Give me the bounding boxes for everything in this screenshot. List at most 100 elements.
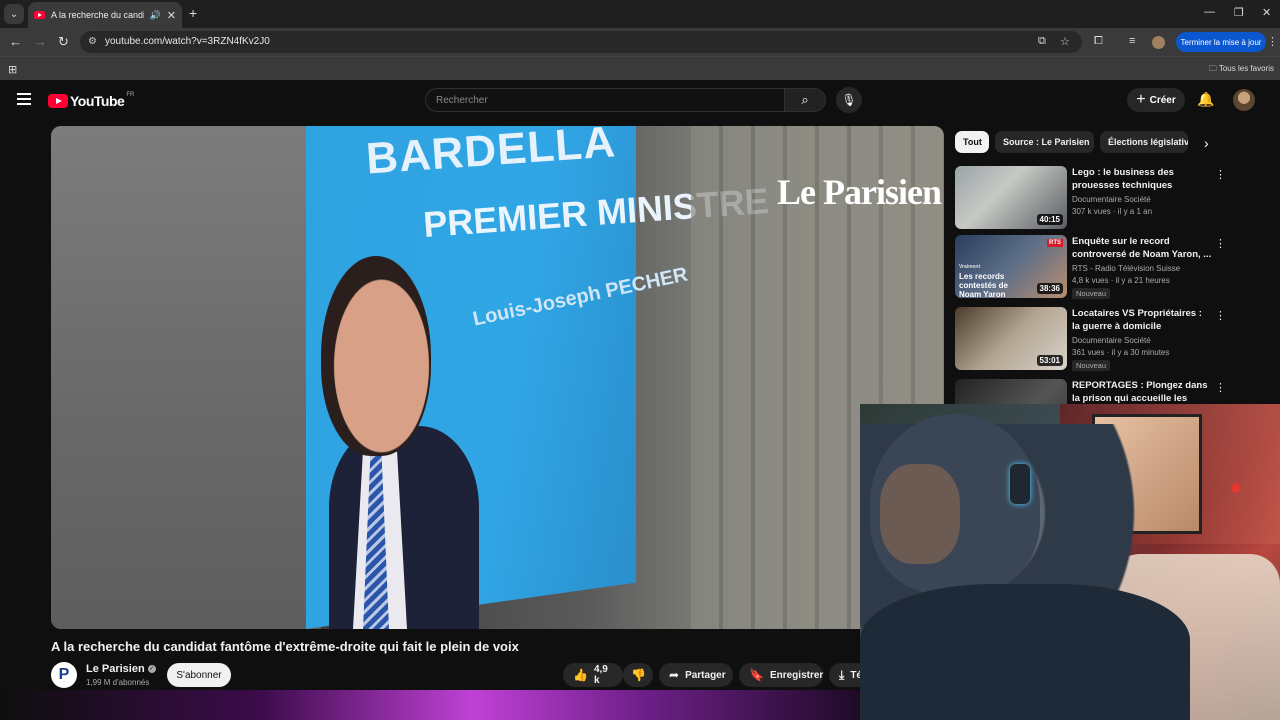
- chip-elections[interactable]: Élections législative: [1100, 131, 1188, 153]
- video-title: A la recherche du candidat fantôme d'ext…: [51, 639, 519, 654]
- new-tab-button[interactable]: +: [189, 5, 197, 21]
- more-options-icon[interactable]: ⋮: [1215, 168, 1226, 181]
- recommendation-title[interactable]: Lego : le business des prouesses techniq…: [1072, 166, 1212, 192]
- recommendation-title[interactable]: Locataires VS Propriétaires : la guerre …: [1072, 307, 1212, 333]
- like-button[interactable]: 👍 4,9 k: [563, 663, 623, 687]
- recommendation-meta: 4,8 k vues · il y a 21 heures: [1072, 276, 1170, 285]
- recommendation-meta: 307 k vues · il y a 1 an: [1072, 207, 1153, 216]
- thumbnail-caption: Vraiment Les records contestés de Noam Y…: [959, 263, 1019, 298]
- url-text[interactable]: youtube.com/watch?v=3RZN4fKv2J0: [105, 36, 270, 47]
- dislike-button[interactable]: 👎: [623, 663, 653, 687]
- search-button[interactable]: ⌕: [784, 88, 826, 112]
- back-icon[interactable]: ←: [9, 34, 22, 49]
- browser-menu-icon[interactable]: ⋮: [1267, 35, 1278, 48]
- recommendation-channel[interactable]: Documentaire Société: [1072, 336, 1151, 345]
- share-button[interactable]: ➦ Partager: [659, 663, 733, 687]
- thumbs-down-icon: 👎: [631, 668, 646, 682]
- chevron-right-icon[interactable]: ›: [1204, 135, 1209, 151]
- microphone-icon: 🎙: [841, 93, 857, 107]
- all-bookmarks-link[interactable]: 🗀 Tous les favoris: [1209, 63, 1274, 77]
- recommendation-item[interactable]: 40:15 Lego : le business des prouesses t…: [955, 166, 1226, 230]
- restore-icon[interactable]: ❐: [1234, 6, 1244, 19]
- more-options-icon[interactable]: ⋮: [1215, 381, 1225, 394]
- video-duration: 40:15: [1036, 214, 1063, 225]
- bookmarks-bar: ⊞ 🗀 Tous les favoris: [0, 56, 1280, 80]
- reload-icon[interactable]: ↻: [58, 34, 69, 50]
- webcam-body: [860, 584, 1190, 720]
- chip-all[interactable]: Tout: [955, 131, 989, 153]
- youtube-favicon-icon: [34, 11, 45, 19]
- youtube-header: YouTube FR Rechercher ⌕ 🎙 + Créer 🔔: [0, 81, 1280, 119]
- thumbs-up-icon: 👍: [573, 668, 588, 682]
- subscriber-count: 1,99 M d'abonnés: [86, 678, 150, 687]
- headset-icon: [1010, 464, 1030, 504]
- share-label: Partager: [685, 669, 726, 681]
- like-count: 4,9 k: [593, 664, 608, 686]
- apps-grid-icon[interactable]: ⊞: [8, 63, 17, 76]
- verified-check-icon: ✓: [147, 665, 156, 674]
- recommendation-item[interactable]: REPORTAGES : Plongez dans la prison qui …: [955, 379, 1225, 405]
- install-app-icon[interactable]: ⧉: [1038, 35, 1046, 48]
- update-button[interactable]: Terminer la mise à jour: [1176, 32, 1266, 52]
- forward-icon[interactable]: →: [34, 34, 47, 49]
- minimize-icon[interactable]: —: [1204, 6, 1215, 18]
- address-bar[interactable]: ⚙ youtube.com/watch?v=3RZN4fKv2J0: [80, 31, 1082, 53]
- bookmark-star-icon[interactable]: ☆: [1060, 35, 1070, 48]
- create-button[interactable]: + Créer: [1127, 88, 1185, 112]
- plus-icon: +: [1136, 91, 1146, 108]
- subscribe-button[interactable]: S'abonner: [167, 663, 231, 687]
- new-badge: Nouveau: [1072, 288, 1111, 299]
- search-input[interactable]: Rechercher: [425, 88, 785, 112]
- recommendation-channel[interactable]: RTS - Radio Télévision Suisse: [1072, 264, 1180, 273]
- recommendation-meta: 361 vues · il y a 30 minutes: [1072, 348, 1170, 357]
- extensions-icon[interactable]: ⧠: [1094, 35, 1103, 48]
- profile-avatar[interactable]: [1152, 36, 1165, 49]
- create-label: Créer: [1149, 94, 1176, 106]
- notifications-bell-icon[interactable]: 🔔: [1197, 91, 1214, 108]
- country-code: FR: [126, 92, 135, 98]
- video-player[interactable]: BARDELLA PREMIER MINISTRE Louis-Joseph P…: [51, 126, 944, 629]
- recommendation-channel[interactable]: Documentaire Société: [1072, 195, 1151, 204]
- video-thumbnail[interactable]: [955, 379, 1067, 405]
- recommendation-title[interactable]: REPORTAGES : Plongez dans la prison qui …: [1072, 379, 1212, 405]
- tab-title: A la recherche du candidat: [51, 10, 144, 20]
- guide-menu-icon[interactable]: [17, 93, 31, 105]
- browser-toolbar: ← → ↻ ⚙ youtube.com/watch?v=3RZN4fKv2J0 …: [0, 28, 1280, 56]
- video-frame-wall: [51, 126, 321, 629]
- account-avatar[interactable]: [1233, 89, 1255, 111]
- youtube-play-icon: [48, 94, 68, 108]
- download-icon: ⤓: [839, 667, 845, 682]
- chip-source[interactable]: Source : Le Parisien: [995, 131, 1094, 153]
- site-info-icon[interactable]: ⚙: [88, 36, 100, 48]
- tab-search-button[interactable]: ⌄: [4, 4, 24, 24]
- audio-playing-icon[interactable]: 🔊: [150, 10, 161, 21]
- close-window-icon[interactable]: ✕: [1262, 6, 1271, 19]
- youtube-logo[interactable]: YouTube FR: [48, 92, 135, 109]
- share-icon: ➦: [669, 668, 680, 682]
- recommendation-item[interactable]: RTS Vraiment Les records contestés de No…: [955, 235, 1226, 299]
- video-thumbnail[interactable]: 40:15: [955, 166, 1067, 229]
- voice-search-button[interactable]: 🎙: [836, 87, 862, 113]
- recommendation-item[interactable]: 53:01 Locataires VS Propriétaires : la g…: [955, 307, 1226, 371]
- recommendation-title[interactable]: Enquête sur le record controversé de Noa…: [1072, 235, 1212, 261]
- channel-avatar[interactable]: P: [51, 662, 77, 688]
- video-thumbnail[interactable]: RTS Vraiment Les records contestés de No…: [955, 235, 1067, 298]
- channel-name-text: Le Parisien: [86, 663, 145, 675]
- thumbnail-text: Les records contestés de Noam Yaron: [959, 272, 1008, 298]
- more-options-icon[interactable]: ⋮: [1215, 309, 1226, 322]
- webcam-overlay: [860, 404, 1280, 720]
- stream-overlay-strip: [0, 690, 860, 720]
- youtube-logo-text: YouTube: [70, 93, 125, 109]
- webcam-face: [880, 464, 960, 564]
- video-frame-face: [321, 256, 431, 456]
- close-tab-icon[interactable]: ✕: [167, 9, 176, 22]
- reading-list-icon[interactable]: ≡: [1129, 35, 1135, 47]
- search-icon: ⌕: [801, 92, 809, 107]
- browser-tab-active[interactable]: A la recherche du candidat 🔊 ✕: [28, 2, 182, 28]
- channel-name[interactable]: Le Parisien ✓: [86, 663, 156, 675]
- video-thumbnail[interactable]: 53:01: [955, 307, 1067, 370]
- more-options-icon[interactable]: ⋮: [1215, 237, 1226, 250]
- video-duration: 38:36: [1036, 283, 1063, 294]
- save-button[interactable]: 🔖 Enregistrer: [739, 663, 823, 687]
- all-bookmarks-label: Tous les favoris: [1218, 64, 1274, 73]
